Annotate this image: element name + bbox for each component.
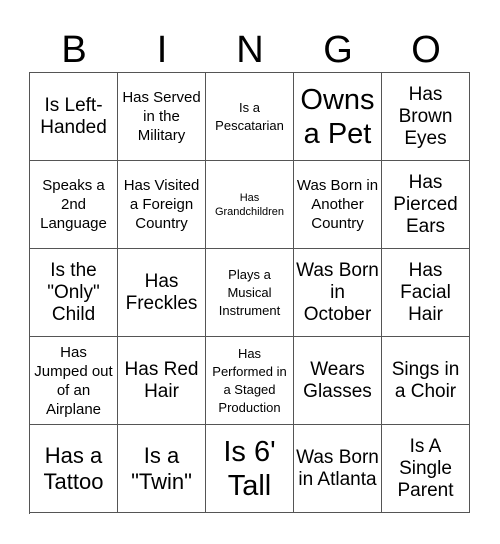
bingo-cell[interactable]: Speaks a 2nd Language	[30, 161, 118, 249]
cell-text: Has Performed in a Staged Production	[212, 345, 287, 415]
bingo-cell[interactable]: Has Visited a Foreign Country	[118, 161, 206, 249]
bingo-cell[interactable]: Was Born in October	[294, 249, 382, 337]
bingo-cell[interactable]: Sings in a Choir	[382, 337, 470, 425]
cell-text: Sings in a Choir	[391, 358, 460, 402]
bingo-cell[interactable]: Is A Single Parent	[382, 425, 470, 513]
cell-text: Is 6' Tall	[223, 435, 276, 502]
bingo-header: B I N G O	[30, 28, 470, 72]
bingo-cell[interactable]: Has Grandchildren	[206, 161, 294, 249]
bingo-cell[interactable]: Has Red Hair	[118, 337, 206, 425]
cell-text: Plays a Musical Instrument	[218, 266, 281, 318]
cell-text: Was Born in Another Country	[296, 177, 379, 232]
bingo-cell[interactable]: Is 6' Tall	[206, 425, 294, 513]
bingo-cell[interactable]: Is the "Only" Child	[30, 249, 118, 337]
cell-text: Was Born in October	[296, 259, 379, 325]
cell-text: Has Visited a Foreign Country	[123, 177, 200, 232]
cell-text: Is Left-Handed	[40, 94, 107, 138]
header-letter-b: B	[61, 29, 87, 71]
bingo-cell[interactable]: Was Born in Another Country	[294, 161, 382, 249]
bingo-cell[interactable]: Has Facial Hair	[382, 249, 470, 337]
bingo-cell[interactable]: Has Jumped out of an Airplane	[30, 337, 118, 425]
bingo-cell[interactable]: Has Freckles	[118, 249, 206, 337]
cell-text: Is A Single Parent	[397, 435, 454, 501]
bingo-cell[interactable]: Has Performed in a Staged Production	[206, 337, 294, 425]
cell-text: Was Born in Atlanta	[296, 446, 379, 490]
bingo-grid: Is Left-Handed Has Served in the Militar…	[29, 72, 470, 514]
header-letter-i: I	[156, 29, 168, 71]
bingo-cell[interactable]: Was Born in Atlanta	[294, 425, 382, 513]
bingo-cell[interactable]: Wears Glasses	[294, 337, 382, 425]
header-letter-g: G	[323, 29, 353, 71]
bingo-cell[interactable]: Has Served in the Military	[118, 73, 206, 161]
cell-text: Has Pierced Ears	[393, 171, 458, 237]
cell-text: Has Brown Eyes	[398, 83, 453, 149]
cell-text: Has Freckles	[125, 270, 198, 314]
cell-text: Wears Glasses	[303, 358, 372, 402]
bingo-cell[interactable]: Is a Pescatarian	[206, 73, 294, 161]
cell-text: Is the "Only" Child	[47, 259, 100, 325]
cell-text: Speaks a 2nd Language	[40, 177, 107, 232]
cell-text: Owns a Pet	[300, 83, 375, 150]
cell-text: Has a Tattoo	[43, 442, 104, 494]
bingo-cell[interactable]: Has Pierced Ears	[382, 161, 470, 249]
cell-text: Is a "Twin"	[131, 442, 192, 494]
header-letter-n: N	[236, 29, 264, 71]
bingo-cell[interactable]: Is Left-Handed	[30, 73, 118, 161]
cell-text: Is a Pescatarian	[215, 99, 284, 133]
bingo-cell[interactable]: Owns a Pet	[294, 73, 382, 161]
cell-text: Has Served in the Military	[122, 89, 201, 144]
cell-text: Has Facial Hair	[400, 259, 451, 325]
cell-text: Has Jumped out of an Airplane	[34, 343, 113, 418]
bingo-cell[interactable]: Has a Tattoo	[30, 425, 118, 513]
bingo-cell[interactable]: Is a "Twin"	[118, 425, 206, 513]
header-letter-o: O	[411, 29, 441, 71]
bingo-cell[interactable]: Plays a Musical Instrument	[206, 249, 294, 337]
cell-text: Has Red Hair	[124, 358, 199, 402]
cell-text: Has Grandchildren	[214, 191, 285, 218]
bingo-cell[interactable]: Has Brown Eyes	[382, 73, 470, 161]
